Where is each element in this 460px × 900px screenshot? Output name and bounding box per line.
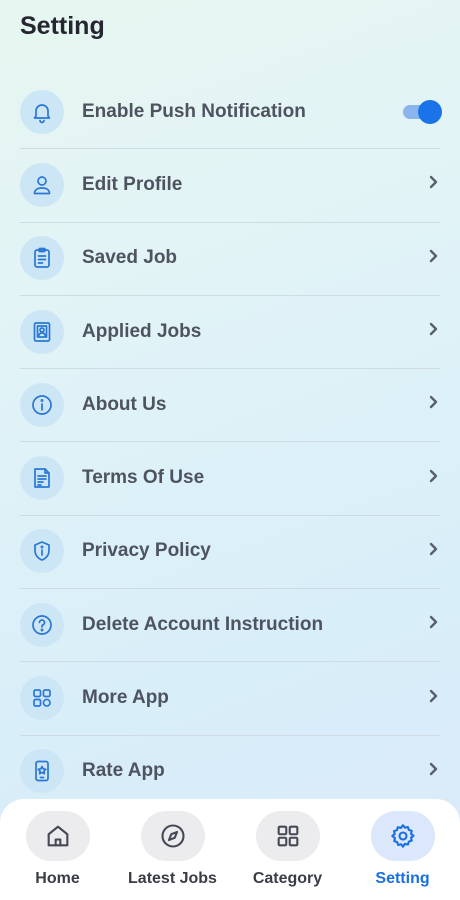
setting-applied-jobs[interactable]: Applied Jobs bbox=[20, 294, 440, 368]
setting-label: Privacy Policy bbox=[82, 540, 211, 562]
grid-icon bbox=[255, 811, 320, 861]
chevron-right-icon bbox=[426, 689, 440, 708]
id-badge-icon bbox=[20, 309, 64, 354]
chevron-right-icon bbox=[426, 469, 440, 488]
setting-privacy-policy[interactable]: Privacy Policy bbox=[20, 514, 440, 588]
bell-icon bbox=[20, 89, 64, 134]
question-icon bbox=[20, 602, 64, 647]
apps-icon bbox=[20, 676, 64, 721]
home-icon bbox=[25, 811, 90, 861]
shield-icon bbox=[20, 529, 64, 574]
info-icon bbox=[20, 382, 64, 427]
chevron-right-icon bbox=[426, 249, 440, 268]
setting-delete-account[interactable]: Delete Account Instruction bbox=[20, 588, 440, 661]
chevron-right-icon bbox=[426, 395, 440, 414]
setting-label: Enable Push Notification bbox=[82, 100, 306, 122]
nav-label: Setting bbox=[375, 870, 430, 887]
document-icon bbox=[20, 456, 64, 501]
phone-star-icon bbox=[20, 749, 64, 794]
setting-label: Rate App bbox=[82, 760, 165, 782]
nav-home[interactable]: Home bbox=[2, 811, 114, 900]
bottom-navigation: Home Latest Jobs Category Setting bbox=[0, 799, 460, 900]
setting-label: Saved Job bbox=[82, 247, 178, 269]
nav-latest-jobs[interactable]: Latest Jobs bbox=[117, 811, 229, 900]
setting-label: More App bbox=[82, 687, 169, 709]
settings-list: Enable Push Notification Edit Profile Sa… bbox=[20, 75, 442, 808]
gear-icon bbox=[370, 811, 435, 861]
page-title: Setting bbox=[20, 12, 105, 40]
setting-label: Delete Account Instruction bbox=[82, 613, 324, 635]
setting-label: About Us bbox=[82, 393, 167, 415]
nav-label: Category bbox=[252, 870, 323, 887]
chevron-right-icon bbox=[426, 762, 440, 781]
setting-push-notification[interactable]: Enable Push Notification bbox=[20, 75, 442, 148]
setting-saved-job[interactable]: Saved Job bbox=[20, 221, 440, 295]
toggle-knob bbox=[418, 99, 442, 124]
chevron-right-icon bbox=[426, 322, 440, 341]
setting-rate-app[interactable]: Rate App bbox=[20, 734, 440, 808]
clipboard-icon bbox=[20, 236, 64, 281]
setting-label: Applied Jobs bbox=[82, 320, 202, 342]
setting-label: Terms Of Use bbox=[82, 467, 205, 489]
nav-label: Home bbox=[35, 870, 80, 887]
setting-more-app[interactable]: More App bbox=[20, 661, 440, 734]
setting-about-us[interactable]: About Us bbox=[20, 368, 440, 441]
nav-category[interactable]: Category bbox=[232, 811, 344, 900]
chevron-right-icon bbox=[426, 615, 440, 634]
nav-setting[interactable]: Setting bbox=[347, 811, 459, 900]
push-notification-toggle[interactable] bbox=[403, 99, 442, 124]
chevron-right-icon bbox=[426, 175, 440, 194]
user-icon bbox=[20, 162, 64, 207]
setting-terms-of-use[interactable]: Terms Of Use bbox=[20, 441, 440, 514]
nav-label: Latest Jobs bbox=[128, 870, 217, 887]
setting-label: Edit Profile bbox=[82, 173, 183, 195]
compass-icon bbox=[140, 811, 205, 861]
chevron-right-icon bbox=[426, 542, 440, 561]
setting-edit-profile[interactable]: Edit Profile bbox=[20, 148, 440, 221]
